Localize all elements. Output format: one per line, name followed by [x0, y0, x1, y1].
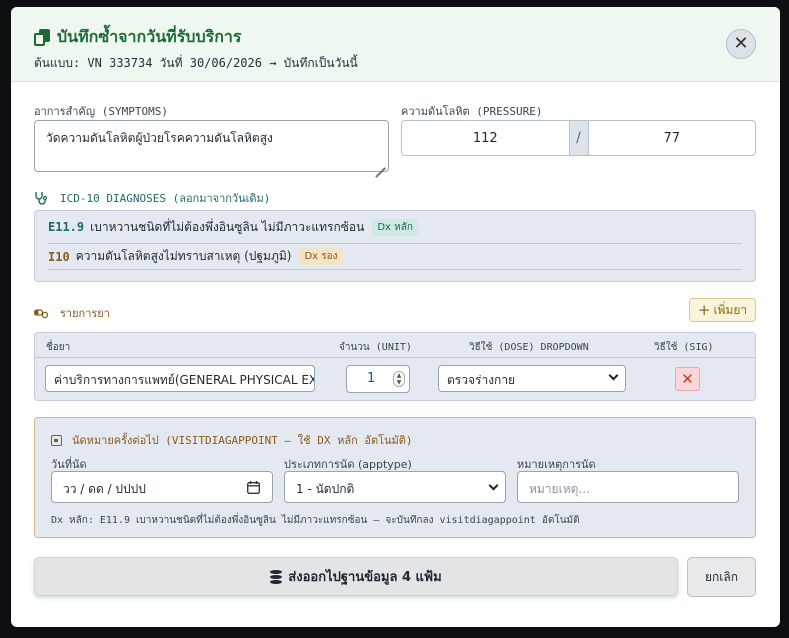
appointment-footnote: Dx หลัก: E11.9 เบาหวานชนิดที่ไม่ต้องพึ่ง… — [51, 515, 580, 526]
record-copy-dialog: บันทึกซ้ำจากวันที่รับบริการ ต้นแบบ: VN 3… — [11, 7, 780, 627]
quantity-stepper[interactable]: 1 ▲ ▼ — [346, 365, 410, 393]
symptoms-label: อาการสำคัญ (SYMPTOMS) — [34, 105, 168, 118]
cancel-button[interactable]: ยกเลิก — [687, 557, 756, 597]
column-header-sig: วิธีใช้ (SIG) — [654, 342, 714, 353]
add-medication-button[interactable]: + เพิ่มยา — [689, 298, 756, 322]
close-icon: ✕ — [733, 33, 749, 54]
stethoscope-icon — [35, 192, 48, 205]
appointment-note-input[interactable]: หมายเหตุ... — [517, 471, 739, 503]
table-row: ค่าบริการทางการแพทย์(GENERAL PHYSICAL EX… — [35, 358, 755, 400]
systolic-input[interactable]: 112 — [402, 121, 569, 155]
close-button[interactable]: ✕ — [726, 29, 756, 59]
pressure-separator: / — [568, 121, 589, 155]
plus-icon: + — [697, 301, 711, 319]
appointment-date-input[interactable]: วว / ดด / ปปปป — [51, 471, 273, 503]
medication-section-title: รายการยา — [34, 304, 110, 322]
column-header-unit: จำนวน (UNIT) — [339, 342, 412, 353]
export-submit-button[interactable]: ส่งออกไปฐานข้อมูล 4 แฟ้ม — [34, 557, 678, 596]
symptoms-value: วัดความดันโลหิตผู้ป่วยโรคความดันโลหิตสูง — [46, 131, 273, 145]
column-header-dose: วิธีใช้ (DOSE) DROPDOWN — [469, 342, 589, 353]
calendar-picker-icon[interactable] — [247, 481, 260, 494]
calendar-icon — [51, 434, 62, 446]
pressure-input-group: 112 / 77 — [401, 120, 756, 156]
column-header-name: ชื่อยา — [46, 342, 71, 353]
spinner-arrows-icon[interactable]: ▲ ▼ — [393, 371, 405, 387]
database-icon — [270, 569, 283, 584]
medication-name-input[interactable]: ค่าบริการทางการแพทย์(GENERAL PHYSICAL EX… — [45, 365, 315, 392]
copy-icon — [34, 29, 51, 46]
dialog-header: บันทึกซ้ำจากวันที่รับบริการ ต้นแบบ: VN 3… — [11, 7, 780, 82]
symptoms-textarea[interactable]: วัดความดันโลหิตผู้ป่วยโรคความดันโลหิตสูง — [34, 120, 389, 172]
diastolic-input[interactable]: 77 — [589, 121, 756, 155]
delete-row-button[interactable]: ✕ — [675, 367, 700, 391]
diagnosis-item: I10 ความดันโลหิตสูงไม่ทราบสาเหตุ (ปฐมภูม… — [48, 244, 742, 270]
close-icon: ✕ — [681, 370, 694, 388]
pills-icon — [34, 309, 48, 319]
medication-table: ชื่อยา จำนวน (UNIT) วิธีใช้ (DOSE) DROPD… — [34, 332, 756, 401]
chevron-down-icon — [488, 480, 499, 491]
appointment-title: นัดหมายครั้งต่อไป (VISITDIAGAPPOINT — ใช… — [51, 431, 413, 449]
pressure-label: ความดันโลหิต (PRESSURE) — [401, 105, 543, 118]
diagnosis-code: I10 — [48, 249, 70, 264]
primary-dx-badge: Dx หลัก — [372, 218, 418, 236]
dialog-subtitle: ต้นแบบ: VN 333734 วันที่ 30/06/2026 → บั… — [34, 56, 358, 70]
dose-select[interactable]: ตรวจร่างกาย — [438, 365, 626, 392]
diagnosis-item: E11.9 เบาหวานชนิดที่ไม่ต้องพึ่งอินซูลิน … — [48, 211, 742, 244]
dialog-title: บันทึกซ้ำจากวันที่รับบริการ — [57, 27, 242, 46]
secondary-dx-badge: Dx รอง — [299, 248, 343, 265]
icd-section-title: ICD-10 DIAGNOSES (ลอกมาจากวันเดิม) — [34, 189, 270, 207]
diagnosis-name: เบาหวานชนิดที่ไม่ต้องพึ่งอินซูลิน ไม่มีภ… — [90, 219, 365, 234]
resize-handle-icon[interactable] — [374, 157, 386, 169]
appointment-panel: นัดหมายครั้งต่อไป (VISITDIAGAPPOINT — ใช… — [34, 417, 756, 538]
medication-table-header: ชื่อยา จำนวน (UNIT) วิธีใช้ (DOSE) DROPD… — [35, 333, 755, 358]
appointment-type-select[interactable]: 1 - นัดปกติ — [284, 471, 506, 503]
diagnosis-list: E11.9 เบาหวานชนิดที่ไม่ต้องพึ่งอินซูลิน … — [34, 210, 756, 282]
diagnosis-code: E11.9 — [48, 220, 85, 234]
chevron-down-icon — [608, 370, 619, 381]
diagnosis-name: ความดันโลหิตสูงไม่ทราบสาเหตุ (ปฐมภูมิ) — [75, 249, 292, 263]
